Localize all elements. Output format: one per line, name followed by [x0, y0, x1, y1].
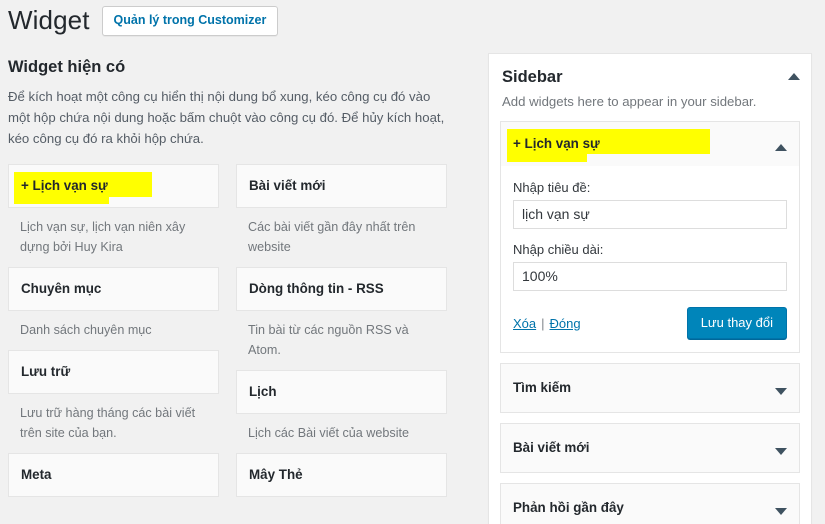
available-widget-title: Lưu trữ	[21, 364, 71, 379]
available-widget-title: Mây Thẻ	[249, 467, 303, 483]
sidebar-widget-title: Tìm kiếm	[513, 380, 572, 395]
available-widget-card[interactable]: Mây Thẻ	[236, 453, 447, 498]
delete-widget-link[interactable]: Xóa	[513, 316, 536, 331]
available-widget-title: Bài viết mới	[249, 177, 326, 193]
highlight-marker: + Lịch vạn sự	[14, 171, 152, 204]
available-widgets-title: Widget hiện có	[8, 58, 126, 76]
available-widget-right-0: Bài viết mới Các bài viết gần đây nhất tr…	[236, 163, 447, 267]
sidebar-widget-form: Nhập tiêu đề: Nhập chiều dài: Xóa | Đóng L…	[501, 166, 799, 352]
available-widget-title: Lịch	[249, 384, 277, 400]
sidebar-widget-header[interactable]: + Lịch vạn sự	[501, 122, 799, 166]
available-widget-card[interactable]: Chuyên mục	[8, 266, 219, 311]
available-widget-description: Lịch các Bài viết của website	[248, 426, 410, 441]
action-separator: |	[541, 315, 545, 331]
available-widget-right-1: Dòng thông tin - RSS Tin bài từ các nguồn…	[236, 266, 447, 370]
available-widget-title: Chuyên mục	[21, 280, 102, 296]
available-widget-description: Lưu trữ hàng tháng các bài viết trên sit…	[20, 406, 196, 441]
caret-up-icon[interactable]	[775, 143, 787, 151]
title-input[interactable]	[513, 200, 787, 229]
sidebar-widget-title: Bài viết mới	[513, 440, 590, 455]
available-widgets-description: Để kích hoạt một công cụ hiển thị nội du…	[8, 89, 445, 146]
sidebar-panel-description: Add widgets here to appear in your sideb…	[502, 94, 757, 109]
available-widgets-section: Widget hiện có Để kích hoạt một công cụ …	[0, 58, 470, 524]
width-field-label: Nhập chiều dài:	[513, 242, 604, 257]
available-widget-title: + Lịch vạn sự	[21, 177, 108, 193]
available-widget-card[interactable]: Dòng thông tin - RSS	[236, 266, 447, 311]
sidebar-widget-header[interactable]: Phản hồi gần đây	[501, 484, 799, 524]
available-widget-description: Các bài viết gần đây nhất trên website	[248, 219, 416, 254]
caret-down-icon[interactable]	[775, 387, 787, 395]
caret-up-icon[interactable]	[788, 73, 800, 80]
sidebar-widget-title: Phản hồi gần đây	[513, 500, 624, 515]
page-title: Widget	[8, 5, 90, 35]
widget-action-links: Xóa | Đóng	[513, 316, 581, 331]
save-changes-button[interactable]: Lưu thay đổi	[686, 307, 787, 339]
available-widget-left-2: Lưu trữ Lưu trữ hàng tháng các bài viết t…	[8, 350, 219, 453]
available-widget-description	[8, 497, 219, 507]
available-widget-left-0: + Lịch vạn sự Lịch vạn sự, lịch vạn niên …	[8, 163, 219, 267]
available-widget-right-3: Mây Thẻ	[236, 453, 447, 507]
available-widget-right-2: Lịch Lịch các Bài viết của website	[236, 370, 447, 453]
page-header: Widget Quản lý trong Customizer	[8, 4, 279, 38]
available-widget-title: Dòng thông tin - RSS	[249, 280, 384, 296]
close-widget-link[interactable]: Đóng	[550, 316, 581, 331]
widget-actions: Xóa | Đóng Lưu thay đổi	[513, 307, 787, 339]
available-widget-description	[236, 497, 447, 507]
caret-down-icon[interactable]	[775, 447, 787, 455]
available-widget-card[interactable]: Lưu trữ	[8, 350, 219, 394]
manage-in-customizer-button[interactable]: Quản lý trong Customizer	[101, 5, 279, 37]
sidebar-widget-header[interactable]: Bài viết mới	[501, 424, 799, 472]
available-widget-title: Meta	[21, 467, 52, 483]
sidebar-panel-title: Sidebar	[502, 68, 563, 86]
sidebar-widget-title: + Lịch vạn sự	[507, 129, 710, 162]
sidebar-widget-lich-van-su: + Lịch vạn sự Nhập tiêu đề: Nhập chiều d…	[500, 121, 800, 353]
available-widget-description: Danh sách chuyên mục	[20, 322, 152, 337]
sidebar-widget-header[interactable]: Tìm kiếm	[501, 364, 799, 412]
available-widgets-column-right: Bài viết mới Các bài viết gần đây nhất tr…	[236, 163, 447, 508]
sidebar-collapsed-widget-0: Tìm kiếm	[500, 363, 800, 413]
width-input[interactable]	[513, 262, 787, 291]
sidebar-collapsed-widget-1: Bài viết mới	[500, 423, 800, 473]
available-widget-card[interactable]: Bài viết mới	[236, 163, 447, 208]
available-widget-left-1: Chuyên mục Danh sách chuyên mục	[8, 266, 219, 350]
sidebar-panel: Sidebar Add widgets here to appear in yo…	[488, 53, 812, 524]
available-widget-description: Tin bài từ các nguồn RSS và Atom.	[248, 322, 409, 357]
sidebar-collapsed-widgets: Tìm kiếm Bài viết mới Phản hồi gần đây	[500, 363, 800, 524]
sidebar-panel-header[interactable]: Sidebar	[500, 66, 800, 87]
available-widget-card[interactable]: + Lịch vạn sự	[8, 163, 219, 208]
available-widget-left-3: Meta	[8, 453, 219, 507]
sidebar-collapsed-widget-2: Phản hồi gần đây	[500, 483, 800, 524]
available-widget-card[interactable]: Lịch	[236, 370, 447, 415]
available-widgets-column-left: + Lịch vạn sự Lịch vạn sự, lịch vạn niên …	[8, 163, 219, 508]
available-widget-description: Lịch vạn sự, lịch vạn niên xây dựng bởi …	[20, 219, 186, 254]
title-field-label: Nhập tiêu đề:	[513, 180, 591, 195]
widgets-admin-page: Widget Quản lý trong Customizer Widget h…	[0, 0, 825, 524]
caret-down-icon[interactable]	[775, 507, 787, 515]
available-widget-card[interactable]: Meta	[8, 453, 219, 498]
